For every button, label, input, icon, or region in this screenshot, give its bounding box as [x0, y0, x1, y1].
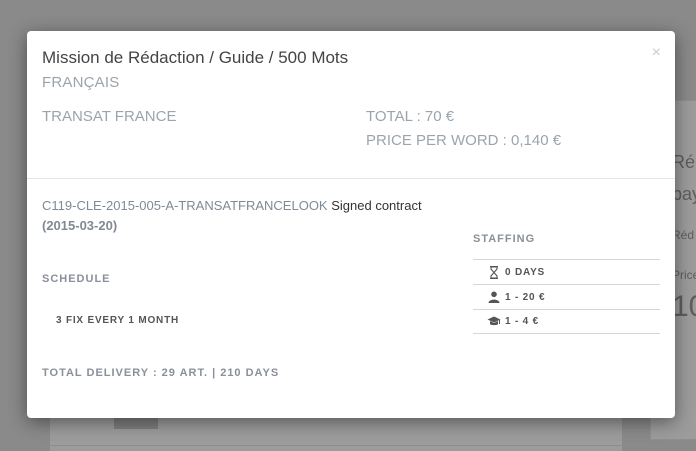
modal-divider: [27, 178, 675, 179]
contract-reference: C119-CLE-2015-005-A-TRANSATFRANCELOOK: [42, 198, 328, 213]
hourglass-icon: [487, 265, 501, 279]
price-per-word: PRICE PER WORD : 0,140 €: [366, 132, 562, 149]
contract-info: C119-CLE-2015-005-A-TRANSATFRANCELOOK Si…: [42, 196, 462, 236]
user-icon: [487, 290, 501, 304]
graduation-cap-icon: [487, 315, 501, 329]
staffing-label: STAFFING: [473, 233, 536, 245]
background-text: Ré: [672, 152, 696, 172]
staffing-writers-value: 1 - 20 €: [505, 291, 546, 303]
staffing-row-writers: 1 - 20 €: [473, 284, 660, 309]
total-delivery: TOTAL DELIVERY : 29 ART. | 210 DAYS: [42, 367, 280, 379]
contract-date: (2015-03-20): [42, 218, 118, 233]
background-divider: [50, 445, 622, 446]
total-price: TOTAL : 70 €: [366, 108, 455, 125]
client-name: TRANSAT FRANCE: [42, 108, 177, 125]
staffing-table: 0 DAYS 1 - 20 € 1 - 4 €: [473, 259, 660, 334]
background-text: Réd: [672, 228, 695, 242]
background-text: pay: [672, 184, 696, 204]
contract-status: Signed contract: [331, 198, 422, 213]
staffing-row-experts: 1 - 4 €: [473, 309, 660, 334]
mission-title: Mission de Rédaction / Guide / 500 Mots: [42, 48, 349, 67]
staffing-row-duration: 0 DAYS: [473, 259, 660, 284]
mission-language: FRANÇAIS: [42, 74, 120, 91]
staffing-duration-value: 0 DAYS: [505, 266, 546, 278]
mission-modal: × Mission de Rédaction / Guide / 500 Mot…: [27, 31, 675, 418]
close-icon[interactable]: ×: [652, 45, 661, 61]
staffing-experts-value: 1 - 4 €: [505, 316, 539, 327]
background-text: 10: [672, 290, 696, 323]
schedule-label: SCHEDULE: [42, 273, 111, 285]
schedule-value: 3 FIX EVERY 1 MONTH: [56, 315, 180, 326]
background-text: Price: [672, 268, 696, 282]
